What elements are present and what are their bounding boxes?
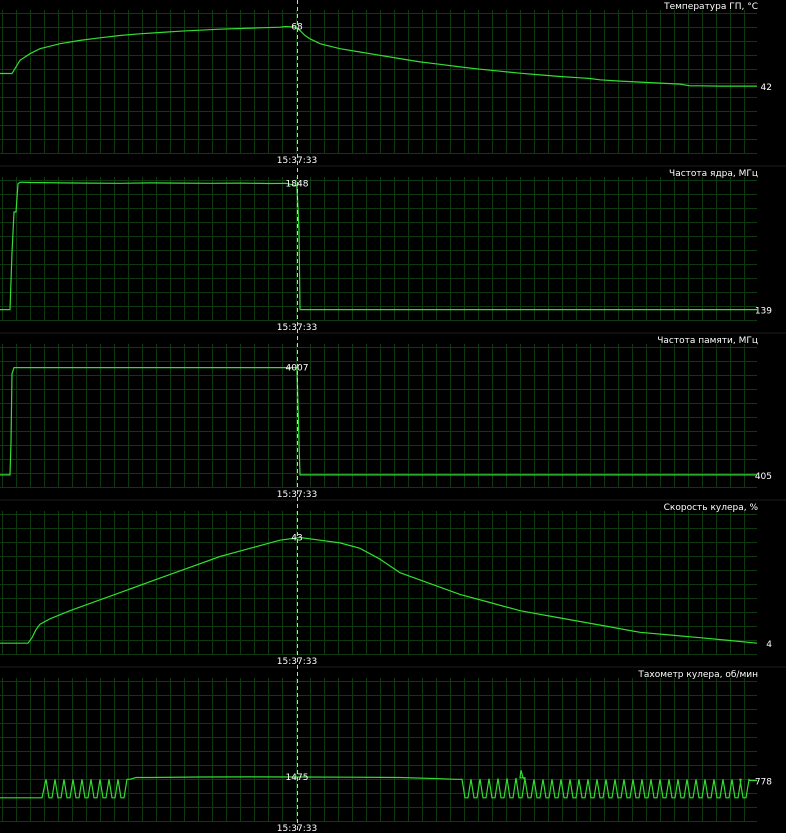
chart-title: Частота ядра, МГц [669,169,758,179]
chart-title: Частота памяти, МГц [657,336,758,346]
current-value-label: 778 [755,777,772,787]
series-line [0,536,758,644]
current-value-label: 4 [766,640,772,650]
current-value-label: 42 [761,83,772,93]
current-value-label: 139 [755,307,772,317]
hardware-monitor-graphs: Температура ГП, °C426815:37:33Частота яд… [0,0,786,833]
series-line [0,25,757,87]
series-line [0,367,757,476]
current-value-label: 405 [755,472,772,482]
chart-title: Скорость кулера, % [664,503,759,513]
chart-title: Тахометр кулера, об/мин [637,670,758,680]
series-line [0,181,757,311]
chart-title: Температура ГП, °C [663,2,758,12]
